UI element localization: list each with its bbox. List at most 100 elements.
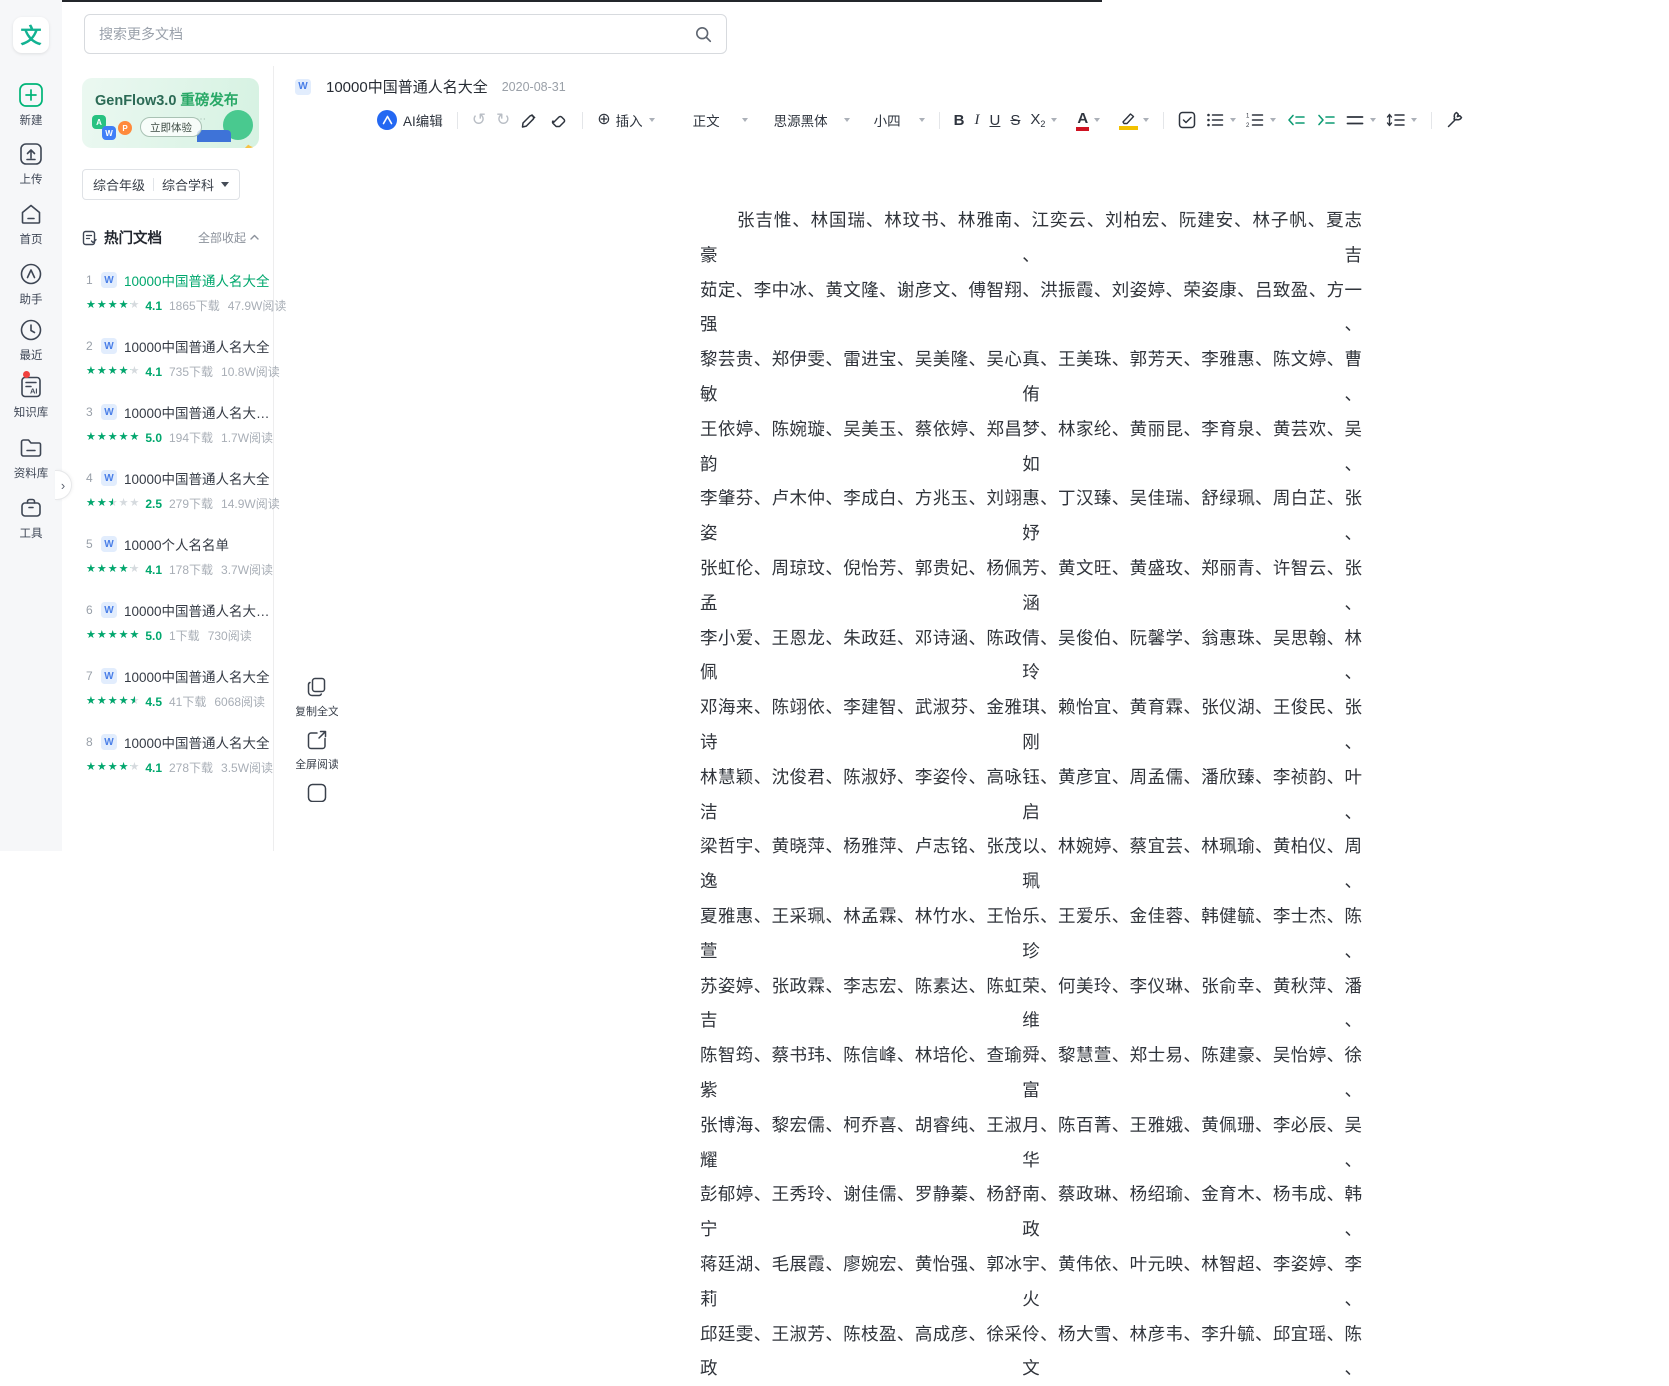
document-content[interactable]: 张吉惟、林国瑞、林玟书、林雅南、江奕云、刘柏宏、阮建安、林子帆、夏志豪、吉茹定、… bbox=[700, 203, 1362, 1386]
subscript-button[interactable]: X2 bbox=[1025, 105, 1062, 135]
doc-item-title[interactable]: 10000中国普通人名大… bbox=[124, 402, 270, 422]
doc-text-line[interactable]: 邱廷雯、王淑芳、陈枝盈、高成彦、徐采伶、杨大雪、林彦韦、李升毓、邱宜瑶、陈政文、 bbox=[700, 1317, 1362, 1386]
more-action-button-partial[interactable] bbox=[296, 782, 338, 802]
banner-cta-button[interactable]: 立即体验 bbox=[140, 117, 202, 137]
doc-list-item[interactable]: 6W10000中国普通人名大…★★★★★★★★★★5.01下载730阅读 bbox=[62, 592, 273, 658]
doc-text-line[interactable]: 茹定、李中冰、黄文隆、谢彦文、傅智翔、洪振霞、刘姿婷、荣姿康、吕致盈、方一强、 bbox=[700, 273, 1362, 343]
rail-item-library[interactable]: 资料库 bbox=[0, 435, 62, 481]
bold-button[interactable]: B bbox=[949, 105, 970, 135]
doc-list-item[interactable]: 2W10000中国普通人名大全★★★★★★★★★★4.1735下载10.8W阅读 bbox=[62, 328, 273, 394]
app-logo[interactable]: 文 bbox=[13, 17, 49, 53]
font-family-value: 思源黑体 bbox=[774, 110, 828, 130]
word-doc-icon: W bbox=[101, 602, 117, 618]
grade-subject-filter[interactable]: 综合年级 综合学科 bbox=[82, 169, 240, 200]
eraser-button[interactable] bbox=[544, 105, 573, 135]
highlight-button[interactable] bbox=[1115, 105, 1154, 135]
doc-text-line[interactable]: 李小爱、王恩龙、朱政廷、邓诗涵、陈政倩、吴俊伯、阮馨学、翁惠珠、吴思翰、林佩玲、 bbox=[700, 621, 1362, 691]
download-count: 194下载 bbox=[169, 429, 213, 446]
italic-button[interactable]: I bbox=[970, 105, 985, 135]
star-rating: ★★★★★★★★★★ bbox=[86, 366, 140, 377]
rail-item-upload[interactable]: 上传 bbox=[0, 141, 62, 187]
increase-indent-icon bbox=[1316, 112, 1336, 128]
doc-item-title[interactable]: 10000中国普通人名大全 bbox=[124, 666, 270, 686]
doc-item-title[interactable]: 10000个人名名单 bbox=[124, 534, 229, 554]
rail-item-new[interactable]: 新建 bbox=[0, 82, 62, 128]
checkbox-list-button[interactable] bbox=[1173, 105, 1201, 135]
redo-button[interactable]: ↻ bbox=[491, 105, 515, 135]
format-painter-button[interactable] bbox=[515, 105, 544, 135]
doc-item-number: 4 bbox=[86, 471, 101, 485]
doc-text-line[interactable]: 张博海、黎宏儒、柯乔喜、胡睿纯、王淑月、陈百菁、王雅娥、黄佩珊、李必辰、吴耀华、 bbox=[700, 1108, 1362, 1178]
bullet-list-button[interactable] bbox=[1201, 105, 1241, 135]
doc-text-line[interactable]: 张吉惟、林国瑞、林玟书、林雅南、江奕云、刘柏宏、阮建安、林子帆、夏志豪、吉 bbox=[700, 203, 1362, 273]
genflow-banner[interactable]: GenFlow3.0重磅发布 A W P ⋯ 立即体验 bbox=[82, 78, 259, 148]
doc-list-item[interactable]: 8W10000中国普通人名大全★★★★★★★★★★4.1278下载3.5W阅读 bbox=[62, 724, 273, 790]
wrench-icon bbox=[1446, 111, 1464, 129]
star-rating: ★★★★★★★★★★ bbox=[86, 432, 140, 443]
doc-item-title[interactable]: 10000中国普通人名大全 bbox=[124, 336, 270, 356]
doc-item-title[interactable]: 10000中国普通人名大… bbox=[124, 600, 270, 620]
increase-indent-button[interactable] bbox=[1311, 105, 1341, 135]
paragraph-style-select[interactable]: 正文 bbox=[688, 105, 753, 135]
decrease-indent-button[interactable] bbox=[1281, 105, 1311, 135]
alignment-button[interactable] bbox=[1341, 105, 1381, 135]
doc-text-line[interactable]: 彭郁婷、王秀玲、谢佳儒、罗静蓁、杨舒南、蔡政琳、杨绍瑜、金育木、杨韦成、韩宁政、 bbox=[700, 1177, 1362, 1247]
doc-text-line[interactable]: 邓海来、陈翊依、李建智、武淑芬、金雅琪、赖怡宜、黄育霖、张仪湖、王俊民、张诗刚、 bbox=[700, 690, 1362, 760]
doc-text-line[interactable]: 陈智筠、蔡书玮、陈信峰、林培伦、查瑜舜、黎慧萱、郑士易、陈建豪、吴怡婷、徐紫富、 bbox=[700, 1038, 1362, 1108]
doc-list-item[interactable]: 4W10000中国普通人名大全★★★★★★★★★★2.5279下载14.9W阅读 bbox=[62, 460, 273, 526]
collapse-all-button[interactable]: 全部收起 bbox=[198, 229, 260, 246]
font-size-select[interactable]: 小四 bbox=[869, 105, 930, 135]
rail-item-recent[interactable]: 最近 bbox=[0, 317, 62, 363]
doc-text-line[interactable]: 梁哲宇、黄晓萍、杨雅萍、卢志铭、张茂以、林婉婷、蔡宜芸、林珮瑜、黄柏仪、周逸珮、 bbox=[700, 829, 1362, 899]
doc-list-item[interactable]: 3W10000中国普通人名大…★★★★★★★★★★5.0194下载1.7W阅读 bbox=[62, 394, 273, 460]
search-input[interactable] bbox=[99, 26, 695, 42]
rail-label-knowledge: 知识库 bbox=[14, 404, 49, 420]
insert-label: 插入 bbox=[616, 110, 643, 130]
strikethrough-button[interactable]: S bbox=[1005, 105, 1025, 135]
rail-item-knowledge[interactable]: AI 知识库 bbox=[0, 374, 62, 420]
search-icon[interactable] bbox=[695, 26, 712, 43]
doc-text-line[interactable]: 王依婷、陈婉璇、吴美玉、蔡依婷、郑昌梦、林家纶、黄丽昆、李育泉、黄芸欢、吴韵如、 bbox=[700, 412, 1362, 482]
star-rating: ★★★★★★★★★★ bbox=[86, 564, 140, 575]
underline-button[interactable]: U bbox=[985, 105, 1006, 135]
doc-text-line[interactable]: 林慧颖、沈俊君、陈淑妤、李姿伶、高咏钰、黄彦宜、周孟儒、潘欣臻、李祯韵、叶洁启、 bbox=[700, 760, 1362, 830]
star-rating: ★★★★★★★★★★ bbox=[86, 762, 140, 773]
numbered-list-button[interactable]: 12 bbox=[1241, 105, 1281, 135]
toolbar-divider bbox=[1163, 112, 1164, 129]
doc-item-number: 8 bbox=[86, 735, 101, 749]
doc-text-line[interactable]: 蒋廷湖、毛展霞、廖婉宏、黄怡强、郭冰宇、黄伟依、叶元映、林智超、李姿婷、李莉火、 bbox=[700, 1247, 1362, 1317]
rail-item-assistant[interactable]: 助手 bbox=[0, 261, 62, 307]
doc-item-title[interactable]: 10000中国普通人名大全 bbox=[124, 270, 270, 290]
rail-item-tools[interactable]: 工具 bbox=[0, 495, 62, 541]
doc-list-item[interactable]: 5W10000个人名名单★★★★★★★★★★4.1178下载3.7W阅读 bbox=[62, 526, 273, 592]
doc-text-line[interactable]: 苏姿婷、张政霖、李志宏、陈素达、陈虹荣、何美玲、李仪琳、张俞幸、黄秋萍、潘吉维、 bbox=[700, 969, 1362, 1039]
toolbar-divider bbox=[457, 112, 458, 129]
settings-wrench-button[interactable] bbox=[1441, 105, 1469, 135]
doc-item-title[interactable]: 10000中国普通人名大全 bbox=[124, 468, 270, 488]
ai-edit-button[interactable]: AI编辑 bbox=[372, 105, 448, 135]
doc-text-line[interactable]: 张虹伦、周琼玟、倪怡芳、郭贵妃、杨佩芳、黄文旺、黄盛玫、郑丽青、许智云、张孟涵、 bbox=[700, 551, 1362, 621]
doc-list-item[interactable]: 1W10000中国普通人名大全★★★★★★★★★★4.11865下载47.9W阅… bbox=[62, 262, 273, 328]
font-family-select[interactable]: 思源黑体 bbox=[769, 105, 855, 135]
rail-item-home[interactable]: 首页 bbox=[0, 201, 62, 247]
insert-button[interactable]: ⊕ 插入 bbox=[592, 105, 659, 135]
doc-list-item[interactable]: 7W10000中国普通人名大全★★★★★★★★★★4.541下载6068阅读 bbox=[62, 658, 273, 724]
rating-value: 4.1 bbox=[145, 365, 162, 379]
fullscreen-read-button[interactable]: 全屏阅读 bbox=[296, 729, 338, 772]
download-count: 735下载 bbox=[169, 363, 213, 380]
doc-item-number: 2 bbox=[86, 339, 101, 353]
hot-docs-list: 1W10000中国普通人名大全★★★★★★★★★★4.11865下载47.9W阅… bbox=[62, 262, 273, 790]
rail-label-tools: 工具 bbox=[20, 525, 43, 541]
doc-item-number: 3 bbox=[86, 405, 101, 419]
font-color-button[interactable]: A bbox=[1072, 105, 1105, 135]
line-spacing-button[interactable] bbox=[1381, 105, 1422, 135]
doc-item-title[interactable]: 10000中国普通人名大全 bbox=[124, 732, 270, 752]
clock-icon bbox=[18, 317, 44, 343]
doc-text-line[interactable]: 夏雅惠、王采珮、林孟霖、林竹水、王怡乐、王爱乐、金佳蓉、韩健毓、李士杰、陈萱珍、 bbox=[700, 899, 1362, 969]
rail-label-library: 资料库 bbox=[14, 465, 49, 481]
copy-fulltext-button[interactable]: 复制全文 bbox=[296, 676, 338, 719]
doc-text-line[interactable]: 黎芸贵、郑伊雯、雷进宝、吴美隆、吴心真、王美珠、郭芳天、李雅惠、陈文婷、曹敏侑、 bbox=[700, 342, 1362, 412]
download-count: 41下载 bbox=[169, 693, 206, 710]
doc-text-line[interactable]: 李肇芬、卢木仲、李成白、方兆玉、刘翊惠、丁汉臻、吴佳瑞、舒绿珮、周白芷、张姿妤、 bbox=[700, 481, 1362, 551]
undo-button[interactable]: ↺ bbox=[467, 105, 491, 135]
